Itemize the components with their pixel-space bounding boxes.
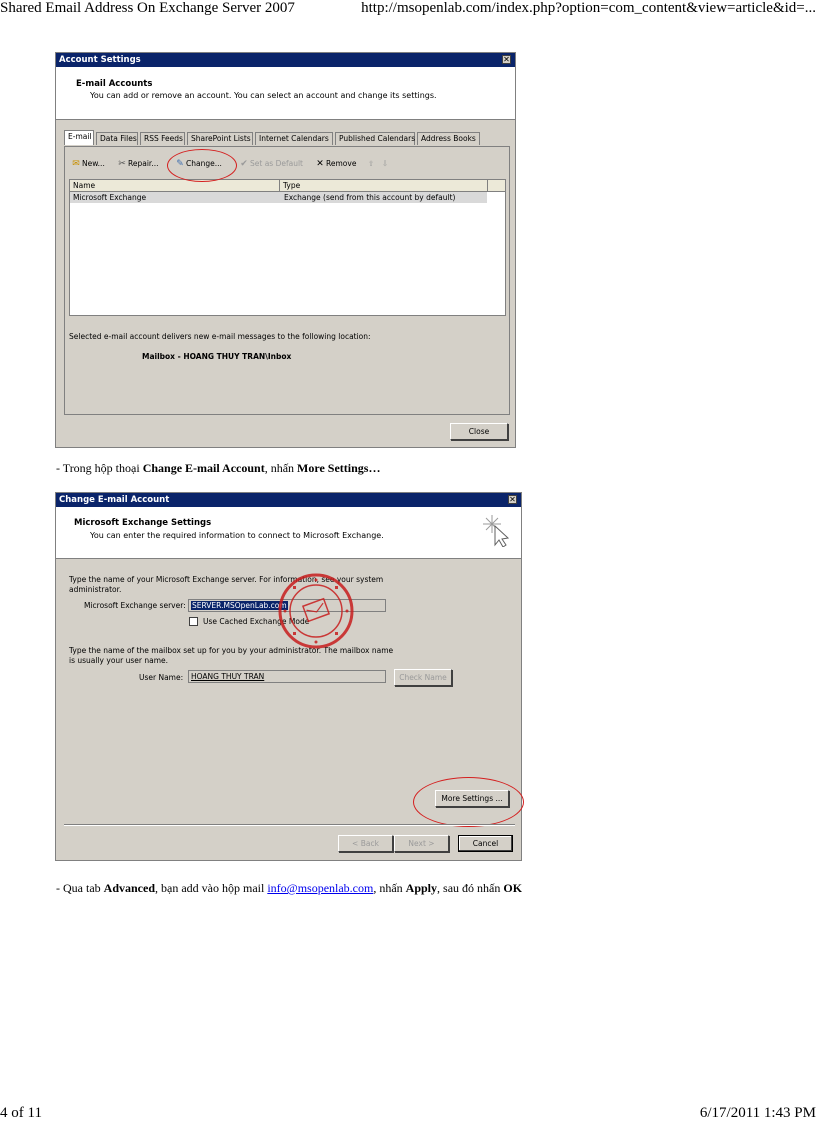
tab-address-books[interactable]: Address Books [417,132,480,145]
exchange-settings-header: Microsoft Exchange Settings You can ente… [56,507,521,559]
user-name-field[interactable]: HOANG THUY TRAN [188,670,386,683]
user-name-value: HOANG THUY TRAN [191,672,265,681]
close-button[interactable]: Close [450,423,508,440]
remove-button[interactable]: ✕ Remove [315,157,356,171]
account-name: Microsoft Exchange [73,193,147,202]
tab-published-calendars[interactable]: Published Calendars [335,132,415,145]
checkmark-icon: ✔ [240,159,248,169]
email-link[interactable]: info@msopenlab.com [267,881,373,895]
back-button[interactable]: < Back [338,835,393,852]
close-icon[interactable]: ✕ [502,55,511,64]
page-header-title: Shared Email Address On Exchange Server … [0,0,295,16]
accounts-list[interactable]: Name Type Microsoft Exchange Exchange (s… [69,179,506,316]
mailbox-instructions-line2: is usually your user name. [69,656,169,665]
tab-strip: E-mail Data Files RSS Feeds SharePoint L… [64,130,510,146]
header-description: You can add or remove an account. You ca… [90,91,437,100]
user-name-label: User Name: [139,673,184,682]
table-row[interactable]: Microsoft Exchange Exchange (send from t… [70,192,487,203]
page-header-url: http://msopenlab.com/index.php?option=co… [361,0,816,16]
delivery-location-text: Selected e-mail account delivers new e-m… [69,332,371,341]
stamp-watermark [278,573,354,649]
tab-email[interactable]: E-mail [64,130,94,145]
header-description: You can enter the required information t… [90,531,384,540]
email-tab-panel: ✉ New... ✂ Repair... ✎ Change... ✔ Set as De… [64,146,510,415]
move-down-icon[interactable]: ⇩ [382,157,388,171]
accounts-toolbar: ✉ New... ✂ Repair... ✎ Change... ✔ Set as De… [71,157,501,171]
column-header-type[interactable]: Type [280,180,488,192]
page-footer-number: 4 of 11 [0,1105,42,1121]
tab-data-files[interactable]: Data Files [96,132,138,145]
tab-rss-feeds[interactable]: RSS Feeds [140,132,185,145]
caption-change-email: - Trong hộp thoại Change E-mail Account,… [56,461,381,475]
close-icon[interactable]: ✕ [508,495,517,504]
column-header-name[interactable]: Name [70,180,280,192]
page-footer-datetime: 6/17/2011 1:43 PM [699,1105,816,1121]
repair-icon: ✂ [118,159,126,169]
check-name-button[interactable]: Check Name [394,669,452,686]
exchange-server-value: SERVER.MSOpenLab.com [191,601,288,610]
mailbox-location: Mailbox - HOANG THUY TRAN\Inbox [142,352,292,361]
change-icon: ✎ [176,159,184,169]
change-button[interactable]: ✎ Change... [175,157,222,171]
server-instructions-line2: administrator. [69,585,122,594]
tab-internet-calendars[interactable]: Internet Calendars [255,132,333,145]
account-settings-titlebar: Account Settings ✕ [56,53,515,67]
server-label: Microsoft Exchange server: [84,601,186,610]
change-email-title: Change E-mail Account [59,495,170,505]
cached-mode-checkbox[interactable] [189,617,198,626]
account-settings-header: E-mail Accounts You can add or remove an… [56,67,515,120]
cancel-button[interactable]: Cancel [458,835,513,852]
repair-button[interactable]: ✂ Repair... [117,157,158,171]
button-separator [64,824,515,826]
caption-advanced-tab: - Qua tab Advanced, bạn add vào hộp mail… [56,881,523,895]
new-icon: ✉ [72,159,80,169]
cursor-sparkle-icon [483,515,510,547]
tab-sharepoint-lists[interactable]: SharePoint Lists [187,132,253,145]
move-up-icon[interactable]: ⇧ [368,157,374,171]
set-default-button[interactable]: ✔ Set as Default [239,157,303,171]
next-button[interactable]: Next > [394,835,449,852]
new-button[interactable]: ✉ New... [71,157,105,171]
header-title: E-mail Accounts [76,79,153,89]
remove-icon: ✕ [316,159,324,169]
account-settings-dialog: Account Settings ✕ E-mail Accounts You c… [55,52,516,448]
change-email-titlebar: Change E-mail Account ✕ [56,493,521,507]
account-settings-title: Account Settings [59,55,141,65]
header-title: Microsoft Exchange Settings [74,518,212,528]
account-type: Exchange (send from this account by defa… [284,193,456,202]
change-email-account-dialog: Change E-mail Account ✕ Microsoft Exchan… [55,492,524,861]
column-header-spacer [488,180,505,192]
more-settings-button[interactable]: More Settings ... [435,790,509,807]
